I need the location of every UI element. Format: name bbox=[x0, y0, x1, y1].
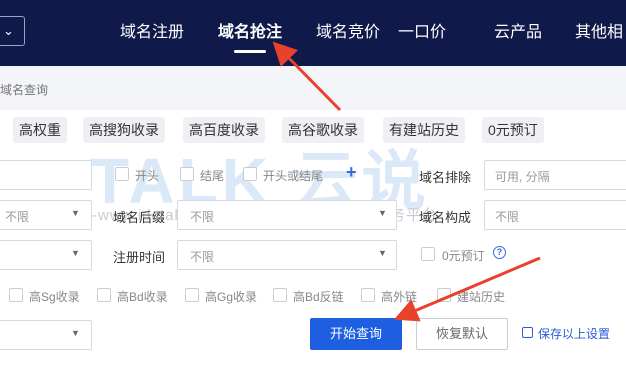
left-select[interactable]: 不限 ▼ bbox=[0, 200, 92, 230]
composition-label: 域名构成 bbox=[419, 210, 472, 225]
save-icon bbox=[522, 327, 533, 338]
label-end: 结尾 bbox=[200, 169, 225, 183]
nav-domain-auction[interactable]: 域名竞价 bbox=[316, 18, 380, 42]
checkbox-high-outlink[interactable] bbox=[361, 288, 375, 302]
label-high-outlink: 高外链 bbox=[381, 290, 418, 304]
chip-site-history[interactable]: 有建站历史 bbox=[383, 117, 465, 143]
left-select-2[interactable]: ▼ bbox=[0, 240, 92, 270]
top-nav-bar: ⌄ 域名注册 域名抢注 域名竞价 一口价 云产品 其他相 bbox=[0, 0, 626, 66]
search-button[interactable]: 开始查询 bbox=[310, 318, 402, 350]
reset-button[interactable]: 恢复默认 bbox=[416, 318, 508, 350]
reg-time-select[interactable]: 不限 ▼ bbox=[177, 240, 397, 270]
composition-value: 不限 bbox=[495, 210, 520, 224]
label-high-bd-backlink: 高Bd反链 bbox=[293, 290, 344, 304]
add-icon[interactable]: + bbox=[346, 162, 357, 183]
exclude-placeholder: 可用, 分隔 bbox=[495, 170, 550, 184]
breadcrumb: 域名查询 bbox=[0, 83, 49, 97]
caret-down-icon: ▼ bbox=[378, 248, 387, 258]
bottom-left-select[interactable]: ▼ bbox=[0, 320, 92, 350]
chevron-down-icon: ⌄ bbox=[3, 23, 14, 38]
exclude-input[interactable]: 可用, 分隔 bbox=[484, 160, 626, 190]
reg-time-value: 不限 bbox=[190, 250, 215, 264]
checkbox-high-bd-backlink[interactable] bbox=[273, 288, 287, 302]
save-settings-link[interactable]: 保存以上设置 bbox=[538, 325, 610, 342]
nav-fixed-price[interactable]: 一口价 bbox=[398, 18, 446, 42]
label-high-sg: 高Sg收录 bbox=[29, 290, 80, 304]
nav-others[interactable]: 其他相 bbox=[575, 18, 623, 42]
checkbox-high-sg[interactable] bbox=[9, 288, 23, 302]
composition-select[interactable]: 不限 bbox=[484, 200, 626, 230]
nav-cloud-products[interactable]: 云产品 bbox=[494, 18, 542, 42]
checkbox-start-or-end[interactable] bbox=[243, 167, 257, 181]
suffix-value: 不限 bbox=[190, 210, 215, 224]
label-high-bd: 高Bd收录 bbox=[117, 290, 168, 304]
exclude-label: 域名排除 bbox=[419, 170, 472, 185]
label-site-history: 建站历史 bbox=[457, 290, 506, 304]
zero-reserve-label: 0元预订 bbox=[442, 249, 485, 263]
caret-down-icon: ▼ bbox=[378, 208, 387, 218]
breadcrumb-bar: 域名查询 bbox=[0, 66, 626, 110]
caret-down-icon: ▼ bbox=[71, 208, 80, 218]
nav-domain-register[interactable]: 域名注册 bbox=[120, 18, 184, 42]
suffix-select[interactable]: 不限 ▼ bbox=[177, 200, 397, 230]
caret-down-icon: ▼ bbox=[71, 328, 80, 338]
chip-high-baidu[interactable]: 高百度收录 bbox=[183, 117, 265, 143]
checkbox-zero-reserve[interactable] bbox=[421, 247, 435, 261]
chip-high-sogou[interactable]: 高搜狗收录 bbox=[83, 117, 165, 143]
suffix-label: 域名后缀 bbox=[113, 210, 166, 225]
reg-time-label: 注册时间 bbox=[113, 250, 166, 265]
checkbox-high-bd[interactable] bbox=[97, 288, 111, 302]
label-start: 开头 bbox=[135, 169, 160, 183]
chip-zero-reserve[interactable]: 0元预订 bbox=[482, 117, 544, 143]
left-select-value: 不限 bbox=[5, 210, 30, 224]
checkbox-site-history[interactable] bbox=[437, 288, 451, 302]
keyword-input[interactable] bbox=[0, 160, 92, 190]
checkbox-high-gg[interactable] bbox=[185, 288, 199, 302]
chip-high-google[interactable]: 高谷歌收录 bbox=[282, 117, 364, 143]
checkbox-start[interactable] bbox=[115, 167, 129, 181]
caret-down-icon: ▼ bbox=[71, 248, 80, 258]
help-icon[interactable]: ? bbox=[493, 246, 506, 259]
chip-high-weight[interactable]: 高权重 bbox=[13, 117, 67, 143]
nav-dropdown[interactable]: ⌄ bbox=[0, 16, 25, 46]
label-high-gg: 高Gg收录 bbox=[205, 290, 258, 304]
nav-domain-snapup[interactable]: 域名抢注 bbox=[218, 18, 282, 42]
label-start-or-end: 开头或结尾 bbox=[263, 169, 324, 183]
active-tab-underline bbox=[234, 50, 266, 53]
checkbox-end[interactable] bbox=[180, 167, 194, 181]
